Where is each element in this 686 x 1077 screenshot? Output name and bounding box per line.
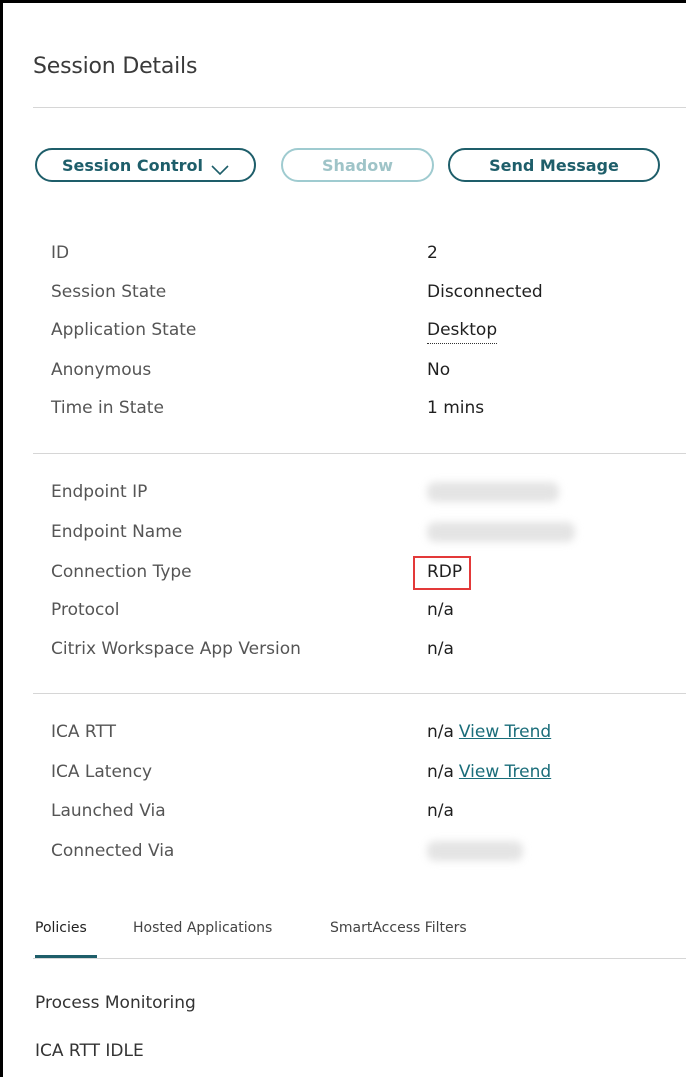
info-label: Anonymous: [51, 360, 152, 380]
title-divider: [33, 107, 686, 108]
info-label: Endpoint IP: [51, 482, 148, 502]
info-label: Citrix Workspace App Version: [51, 639, 301, 659]
info-label: Endpoint Name: [51, 522, 183, 542]
highlight-box: [413, 556, 471, 590]
info-row-time-in-state: Time in State 1 mins: [51, 396, 671, 420]
application-state-value[interactable]: Desktop: [427, 318, 498, 344]
info-row-endpoint-ip: Endpoint IP: [51, 480, 671, 504]
shadow-label: Shadow: [322, 155, 393, 175]
info-row-anonymous: Anonymous No: [51, 358, 671, 382]
info-label: Launched Via: [51, 801, 166, 821]
info-row-launched-via: Launched Via n/a: [51, 799, 671, 823]
info-value: 2: [427, 243, 438, 263]
info-row-ica-latency: ICA Latency n/a View Trend: [51, 760, 671, 784]
info-label: Application State: [51, 320, 197, 340]
info-value: Disconnected: [427, 282, 543, 302]
info-row-endpoint-name: Endpoint Name: [51, 520, 671, 544]
info-value: 1 mins: [427, 398, 485, 418]
details-tabs: Policies Hosted Applications SmartAccess…: [33, 917, 686, 958]
info-label: Connected Via: [51, 841, 175, 861]
view-trend-link[interactable]: View Trend: [459, 722, 551, 742]
send-message-label: Send Message: [489, 155, 619, 175]
tabs-divider: [33, 958, 686, 959]
info-label: Connection Type: [51, 562, 192, 582]
info-row-application-state: Application State Desktop: [51, 318, 671, 344]
info-row-id: ID 2: [51, 241, 671, 265]
tab-hosted-applications[interactable]: Hosted Applications: [133, 917, 272, 939]
info-label: ICA Latency: [51, 762, 153, 782]
info-row-ica-rtt: ICA RTT n/a View Trend: [51, 720, 671, 744]
info-row-connection-type: Connection Type RDP: [51, 560, 671, 584]
info-row-connected-via: Connected Via: [51, 839, 671, 863]
session-control-button[interactable]: Session Control: [35, 148, 256, 182]
chevron-down-icon: [211, 160, 229, 176]
info-label: Session State: [51, 282, 167, 302]
send-message-button[interactable]: Send Message: [448, 148, 660, 182]
tab-smartaccess-filters[interactable]: SmartAccess Filters: [330, 917, 467, 939]
tab-policies[interactable]: Policies: [35, 917, 87, 939]
info-row-protocol: Protocol n/a: [51, 598, 671, 622]
info-value: n/a: [427, 600, 454, 620]
redacted-value: [427, 520, 575, 549]
session-details-panel: Session Details Session Control Shadow S…: [0, 0, 686, 1077]
policy-item: Process Monitoring: [35, 993, 196, 1013]
info-label: Protocol: [51, 600, 120, 620]
redacted-value: [427, 480, 559, 509]
info-value: n/a: [427, 722, 454, 742]
info-label: ID: [51, 243, 70, 263]
redacted-value: [427, 839, 523, 868]
section-divider: [33, 453, 686, 454]
view-trend-link[interactable]: View Trend: [459, 762, 551, 782]
info-value-group: n/a View Trend: [427, 760, 551, 784]
panel-title: Session Details: [33, 54, 198, 79]
info-value-group: n/a View Trend: [427, 720, 551, 744]
info-value: n/a: [427, 801, 454, 821]
info-label: Time in State: [51, 398, 164, 418]
info-label: ICA RTT: [51, 722, 116, 742]
shadow-button[interactable]: Shadow: [281, 148, 434, 182]
section-divider: [33, 693, 686, 694]
info-value: n/a: [427, 639, 454, 659]
policy-item: ICA RTT IDLE: [35, 1041, 144, 1061]
info-row-workspace-app-version: Citrix Workspace App Version n/a: [51, 637, 671, 661]
info-value: No: [427, 360, 451, 380]
session-control-label: Session Control: [62, 155, 203, 175]
info-row-session-state: Session State Disconnected: [51, 280, 671, 304]
info-value: n/a: [427, 762, 454, 782]
